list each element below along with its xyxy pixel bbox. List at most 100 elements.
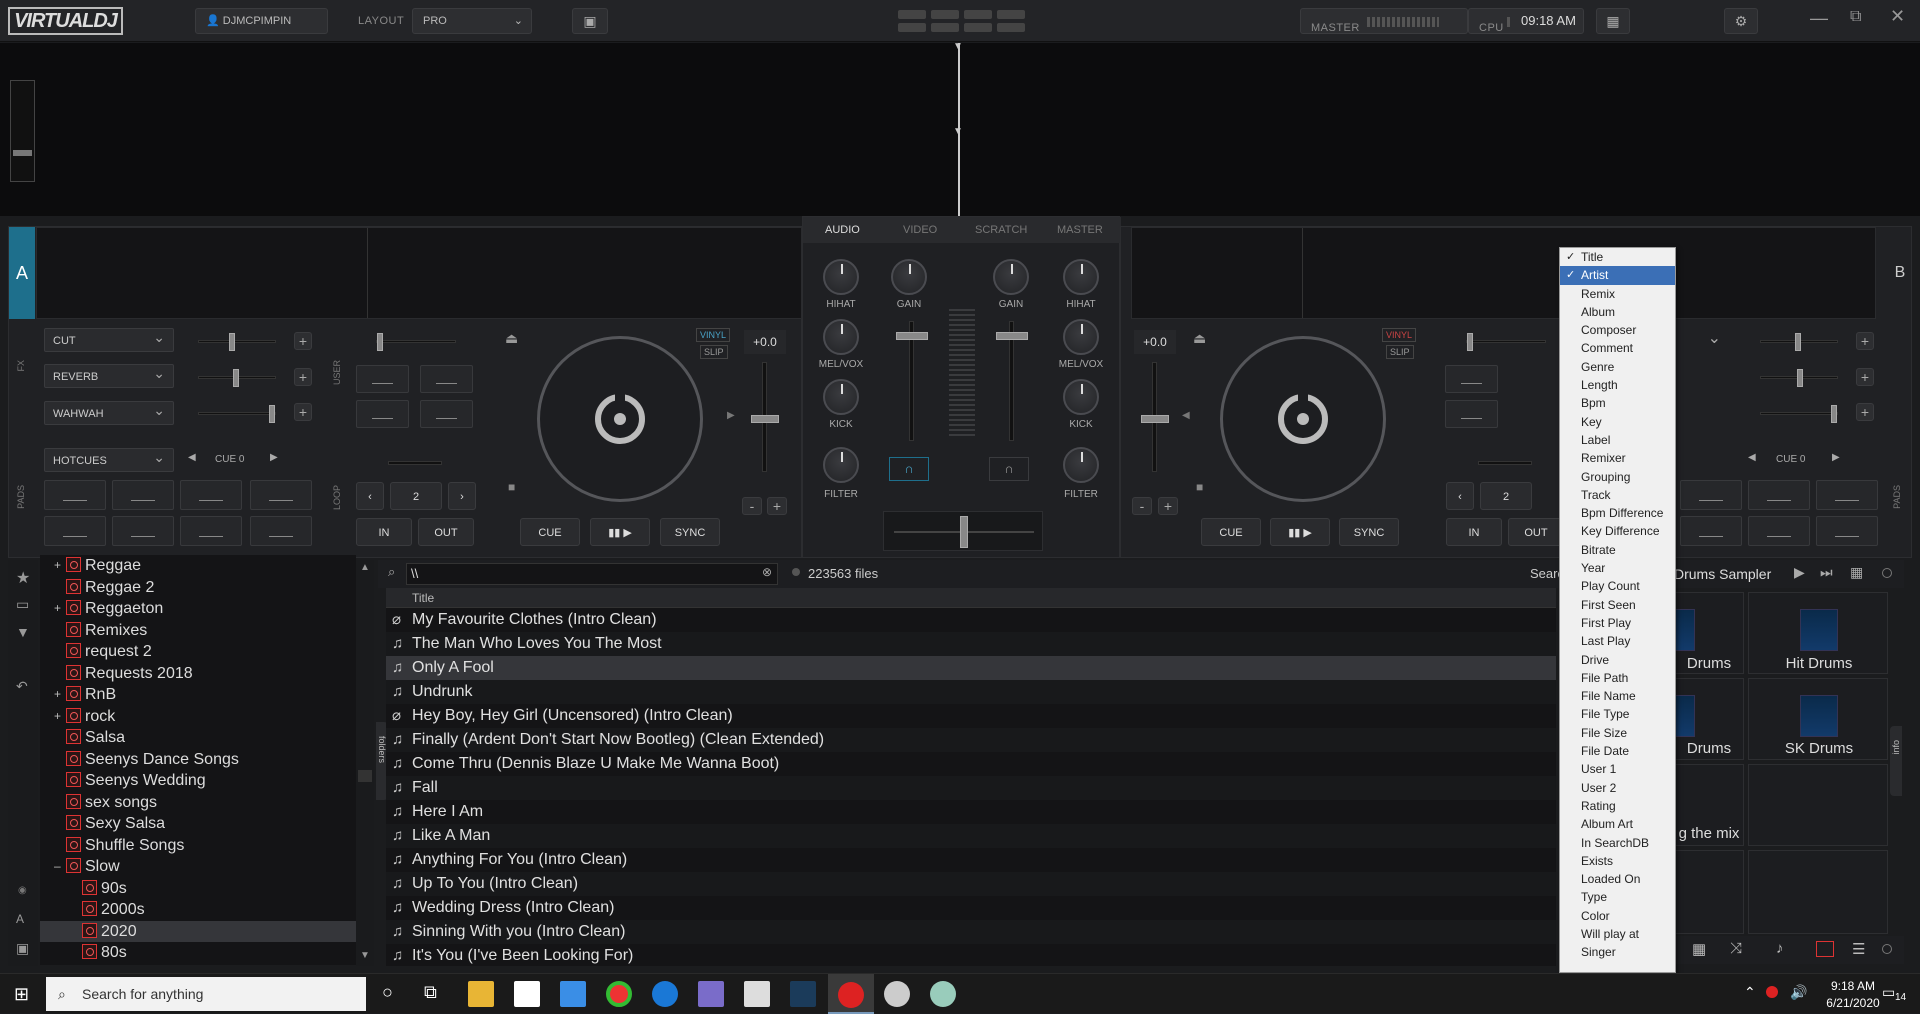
prev-arrow-icon[interactable]: ◀ <box>188 452 196 463</box>
pitch-plus-button[interactable]: + <box>767 497 787 515</box>
fx-1-slider-b[interactable] <box>1760 333 1838 351</box>
track-row[interactable]: ♫ Fall <box>386 776 1556 800</box>
menu-item-singer[interactable]: Singer <box>1560 943 1675 961</box>
track-row[interactable]: ♫ Like A Man <box>386 824 1556 848</box>
folder-item[interactable]: Reggae 2 <box>40 577 356 599</box>
search-input[interactable]: \\ <box>406 563 778 585</box>
collapse-icon[interactable]: – <box>54 856 61 877</box>
menu-item-first-play[interactable]: First Play <box>1560 614 1675 632</box>
track-row[interactable]: ♫ Undrunk <box>386 680 1556 704</box>
headphone-cue-a-icon[interactable]: ∩ <box>889 457 929 481</box>
expand-icon[interactable]: + <box>54 555 61 576</box>
menu-item-rating[interactable]: Rating <box>1560 797 1675 815</box>
stop-icon[interactable]: ■ <box>1196 480 1203 494</box>
scroll-up-icon[interactable]: ▲ <box>360 562 370 573</box>
folder-item[interactable]: Seenys Dance Songs <box>40 749 356 771</box>
volume-icon[interactable]: 🔊 <box>1790 984 1807 1001</box>
user-pad[interactable] <box>420 365 473 393</box>
user-pad[interactable] <box>356 365 409 393</box>
menu-item-exists[interactable]: Exists <box>1560 852 1675 870</box>
hotcue-pad[interactable] <box>1748 516 1810 546</box>
hotcue-pad[interactable] <box>180 480 242 510</box>
file-explorer-icon[interactable] <box>468 981 494 1007</box>
track-row[interactable]: ♫ Here I Am <box>386 800 1556 824</box>
edge-icon[interactable] <box>652 981 678 1007</box>
app-icon[interactable] <box>744 981 770 1007</box>
gear-icon[interactable]: ⚙ <box>1724 8 1758 34</box>
dot-icon[interactable]: ◉ <box>18 885 27 896</box>
user-pad[interactable] <box>356 400 409 428</box>
menu-item-first-seen[interactable]: First Seen <box>1560 596 1675 614</box>
hotcue-pad[interactable] <box>112 516 174 546</box>
user-slider[interactable] <box>376 333 456 351</box>
menu-item-remix[interactable]: Remix <box>1560 285 1675 303</box>
next-arrow-icon[interactable]: ▶ <box>270 452 278 463</box>
menu-item-file-type[interactable]: File Type <box>1560 705 1675 723</box>
hihat-knob-a[interactable] <box>823 259 859 295</box>
melvox-knob-a[interactable] <box>823 319 859 355</box>
fx-slot-2[interactable]: REVERB <box>44 361 174 388</box>
sampler-cell[interactable]: Drums <box>1672 592 1744 674</box>
fx-3-slider[interactable] <box>198 405 276 423</box>
menu-item-album-art[interactable]: Album Art <box>1560 815 1675 833</box>
track-row[interactable]: ♫ Wedding Dress (Intro Clean) <box>386 896 1556 920</box>
menu-item-bpm[interactable]: Bpm <box>1560 394 1675 412</box>
hotcue-pad[interactable] <box>1816 480 1878 510</box>
menu-item-bpm-difference[interactable]: Bpm Difference <box>1560 504 1675 522</box>
menu-item-key[interactable]: Key <box>1560 413 1675 431</box>
virtualdj-taskbar-button[interactable] <box>828 974 874 1014</box>
maximize-icon[interactable]: ⧉ <box>1850 8 1861 26</box>
track-row[interactable]: ♫ Up To You (Intro Clean) <box>386 872 1556 896</box>
menu-item-in-searchdb[interactable]: In SearchDB <box>1560 834 1675 852</box>
deck-a-jogwheel[interactable] <box>537 336 703 502</box>
folder-item[interactable]: 80s <box>40 942 356 964</box>
taskbar-date[interactable]: 6/21/2020 <box>1818 996 1888 1010</box>
taskbar-time[interactable]: 9:18 AM <box>1818 979 1888 993</box>
deck-a-letter[interactable]: A <box>9 227 35 319</box>
deck-b-letter[interactable]: B <box>1887 227 1913 319</box>
minimize-icon[interactable]: — <box>1810 8 1828 29</box>
fx-2-add-button-b[interactable]: + <box>1856 368 1874 386</box>
kick-knob-b[interactable] <box>1063 379 1099 415</box>
track-row[interactable]: ♫ Anything For You (Intro Clean) <box>386 848 1556 872</box>
deck-a-waveform[interactable] <box>36 227 802 319</box>
folder-item[interactable]: Remixes <box>40 620 356 642</box>
fx-3-slider-b[interactable] <box>1760 405 1838 423</box>
sampler-play-icon[interactable]: ▶ <box>1794 564 1805 581</box>
fx-1-add-button-b[interactable]: + <box>1856 332 1874 350</box>
cue-button[interactable]: CUE <box>520 518 580 546</box>
menu-item-drive[interactable]: Drive <box>1560 651 1675 669</box>
grid-view-icon[interactable]: ▦ <box>1692 940 1706 958</box>
store-icon[interactable] <box>514 981 540 1007</box>
user-account-button[interactable]: 👤 DJMCPIMPIN <box>195 8 328 34</box>
image-icon[interactable]: ▣ <box>16 940 29 957</box>
info-tab[interactable]: info <box>1890 726 1902 796</box>
hotcue-pad[interactable] <box>1748 480 1810 510</box>
menu-item-user-2[interactable]: User 2 <box>1560 779 1675 797</box>
kick-knob-a[interactable] <box>823 379 859 415</box>
sync-button[interactable]: SYNC <box>660 518 720 546</box>
folder-item[interactable]: + RnB <box>40 684 356 706</box>
loop-out-button[interactable]: OUT <box>418 518 474 546</box>
notification-icon[interactable]: ▭ <box>1882 984 1895 1001</box>
stop-icon[interactable]: ■ <box>508 480 515 494</box>
hotcue-pad[interactable] <box>1680 480 1742 510</box>
track-row[interactable]: ♫ It's You (I've Been Looking For) <box>386 944 1556 968</box>
chevron-up-icon[interactable]: ⌃ <box>1744 984 1756 1001</box>
tray-app-icon[interactable] <box>1766 986 1778 998</box>
expand-icon[interactable]: + <box>54 706 61 727</box>
menu-item-grouping[interactable]: Grouping <box>1560 468 1675 486</box>
sampler-next-icon[interactable]: ⏭ <box>1820 564 1833 581</box>
vinyl-button-b[interactable]: VINYL <box>1382 328 1417 342</box>
loop-in-button[interactable]: IN <box>356 518 412 546</box>
sampler-grid-icon[interactable]: ▦ <box>1850 564 1863 581</box>
loop-prev-button-b[interactable]: ‹ <box>1446 482 1474 510</box>
play-pause-button[interactable]: ▮▮ ▶ <box>590 518 650 546</box>
menu-item-label[interactable]: Label <box>1560 431 1675 449</box>
zoom-slider[interactable] <box>10 80 35 182</box>
loop-next-button[interactable]: › <box>448 482 476 510</box>
menu-item-last-play[interactable]: Last Play <box>1560 632 1675 650</box>
track-row[interactable]: ♫ Only A Fool <box>386 656 1556 680</box>
record-icon[interactable] <box>1816 941 1834 957</box>
fx-slot-1[interactable]: CUT <box>44 325 174 352</box>
